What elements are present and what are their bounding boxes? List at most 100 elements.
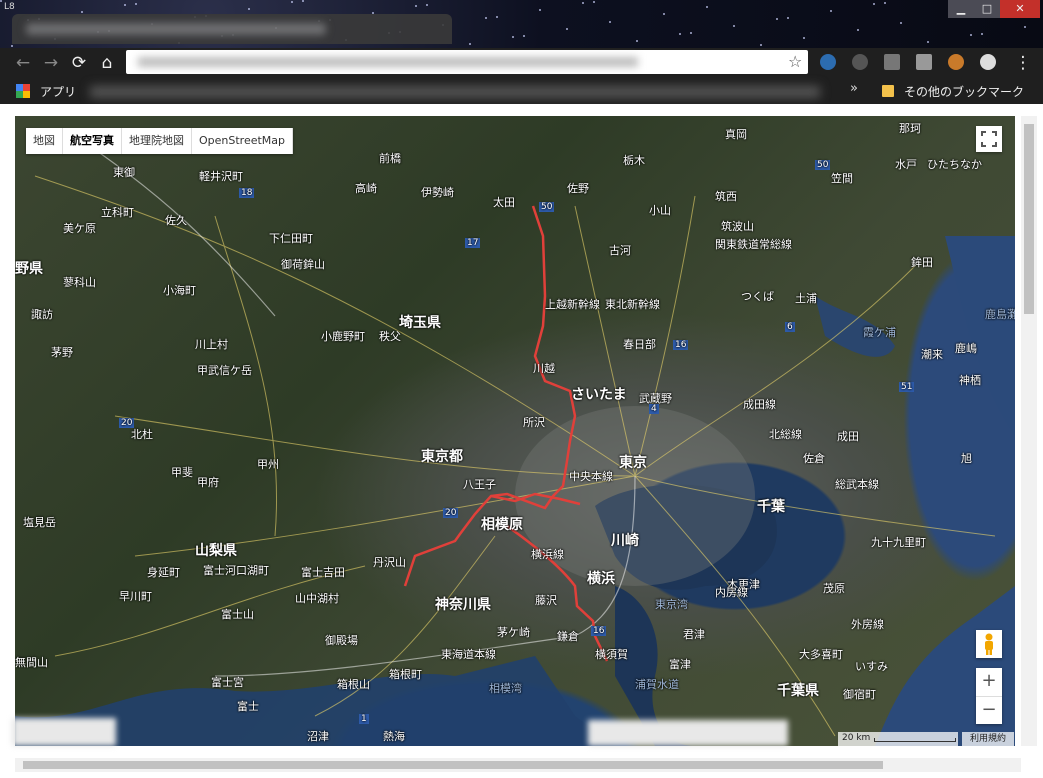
map-label-city: 成田 [837, 430, 859, 443]
map-label-city: 君津 [683, 628, 705, 641]
map-type-selector: 地図 航空写真 地理院地図 OpenStreetMap [26, 128, 294, 154]
titlebar-star [830, 10, 832, 12]
bookmarks-overflow-icon[interactable]: » [850, 81, 858, 96]
route-shield: 50 [539, 202, 555, 212]
titlebar-star [81, 11, 83, 13]
map-label-city: 東御 [113, 166, 135, 179]
back-arrow-icon[interactable]: ← [12, 52, 34, 74]
extension-circle-icon[interactable] [852, 54, 868, 70]
terms-link[interactable]: 利用規約 [962, 732, 1014, 746]
map-type-satellite[interactable]: 航空写真 [63, 128, 122, 154]
extension-square-icon[interactable] [884, 54, 900, 70]
map-label-city: 佐倉 [803, 452, 825, 465]
map-type-gsi[interactable]: 地理院地図 [122, 128, 192, 154]
scrollbar-thumb[interactable] [23, 761, 883, 769]
map-label-city: 甲州 [257, 458, 279, 471]
map-label-city: 千葉 [757, 499, 785, 515]
close-icon[interactable]: ✕ [1000, 0, 1040, 18]
map-label-city: 中央本線 [569, 470, 613, 483]
titlebar-star [124, 4, 126, 6]
pegman-icon [985, 633, 993, 655]
map-label-rail: 関東鉄道常総線 [715, 238, 792, 251]
extension-avatar-icon[interactable] [948, 54, 964, 70]
apps-grid-icon[interactable] [16, 84, 30, 98]
titlebar-star [248, 8, 250, 10]
map-label-city: 高崎 [355, 182, 377, 195]
titlebar-star [1024, 26, 1026, 28]
apps-label[interactable]: アプリ [40, 83, 76, 100]
map-label-city: 甲府 [197, 476, 219, 489]
horizontal-scrollbar[interactable] [15, 758, 1021, 772]
map-label-prefecture: 山梨県 [195, 543, 237, 559]
map-label-rail: 東北新幹線 [605, 298, 660, 311]
address-bar[interactable] [126, 50, 808, 74]
map-label-city: 甲斐 [171, 466, 193, 479]
map-label-prefecture: 埼玉県 [399, 315, 441, 331]
map-label-city: 所沢 [523, 416, 545, 429]
other-bookmarks-button[interactable]: その他のブックマーク [904, 83, 1024, 100]
map-scale[interactable]: 20 km [838, 732, 958, 746]
titlebar-star [981, 33, 983, 35]
map-label-prefecture: 東京都 [421, 449, 463, 465]
map-label-city: 富士 [237, 700, 259, 713]
titlebar-star [485, 17, 487, 19]
map-label-city: つくば [741, 290, 774, 303]
url-redacted [138, 57, 638, 67]
map-label-city: 早川町 [119, 590, 152, 603]
vertical-scrollbar[interactable] [1021, 116, 1037, 746]
route-shield: 20 [119, 418, 135, 428]
titlebar-star [496, 16, 498, 18]
titlebar-star [469, 43, 471, 45]
map-label-mountain: 蓼科山 [63, 276, 96, 289]
extension-gauge-icon[interactable] [980, 54, 996, 70]
zoom-in-button[interactable]: + [976, 668, 1002, 697]
browser-tab[interactable] [12, 14, 452, 44]
map-label-city: 川越 [533, 362, 555, 375]
map-label-city: ひたちなか [927, 158, 982, 171]
street-view-pegman[interactable] [976, 630, 1002, 658]
map-label-rail: 東海道本線 [441, 648, 496, 661]
menu-kebab-icon[interactable]: ⋮ [1012, 52, 1034, 74]
titlebar-star [302, 0, 304, 2]
map-label-city: 藤沢 [535, 594, 557, 607]
map-label-prefecture: 神奈川県 [435, 597, 491, 613]
map-label-city: 御宿町 [843, 688, 876, 701]
satellite-map[interactable]: 埼玉県 東京都 山梨県 神奈川県 千葉県 野県 前橋 高崎 伊勢崎 太田 佐野 … [15, 116, 1015, 746]
map-label-city: 身延町 [147, 566, 180, 579]
map-label-water: 霞ケ浦 [863, 326, 896, 339]
route-shield: 1 [359, 714, 369, 724]
map-overlays [15, 135, 1015, 746]
fullscreen-button[interactable] [976, 126, 1002, 152]
zoom-control: + − [976, 668, 1002, 724]
bookmark-star-icon[interactable]: ☆ [788, 52, 802, 71]
titlebar-star [512, 36, 514, 38]
titlebar-star [857, 29, 859, 31]
map-label-city: 横須賀 [595, 648, 628, 661]
map-label-city: 御殿場 [325, 634, 358, 647]
map-label-city: 川崎 [611, 533, 639, 549]
minimize-icon[interactable]: ▁ [948, 0, 974, 18]
titlebar-star [900, 22, 902, 24]
forward-arrow-icon[interactable]: → [40, 52, 62, 74]
map-type-osm[interactable]: OpenStreetMap [192, 128, 294, 154]
titlebar-star [884, 2, 886, 4]
reload-icon[interactable]: ⟳ [68, 52, 90, 74]
map-type-roadmap[interactable]: 地図 [26, 128, 63, 154]
route-shield: 51 [899, 382, 915, 392]
titlebar-star [523, 35, 525, 37]
titlebar-star [733, 25, 735, 27]
map-label-city: 栃木 [623, 154, 645, 167]
maximize-icon[interactable]: □ [974, 0, 1000, 18]
extension-edit-icon[interactable] [916, 54, 932, 70]
titlebar-star [776, 18, 778, 20]
map-label-water: 東京湾 [655, 598, 688, 611]
extension-ie-icon[interactable] [820, 54, 836, 70]
titlebar-star [426, 4, 428, 6]
map-label-city: 九十九里町 [871, 536, 926, 549]
home-icon[interactable]: ⌂ [96, 52, 118, 74]
scrollbar-thumb[interactable] [1024, 124, 1034, 314]
titlebar-star [593, 1, 595, 3]
attribution-redacted [12, 718, 116, 746]
map-label-rail: 上越新幹線 [545, 298, 600, 311]
zoom-out-button[interactable]: − [976, 697, 1002, 725]
